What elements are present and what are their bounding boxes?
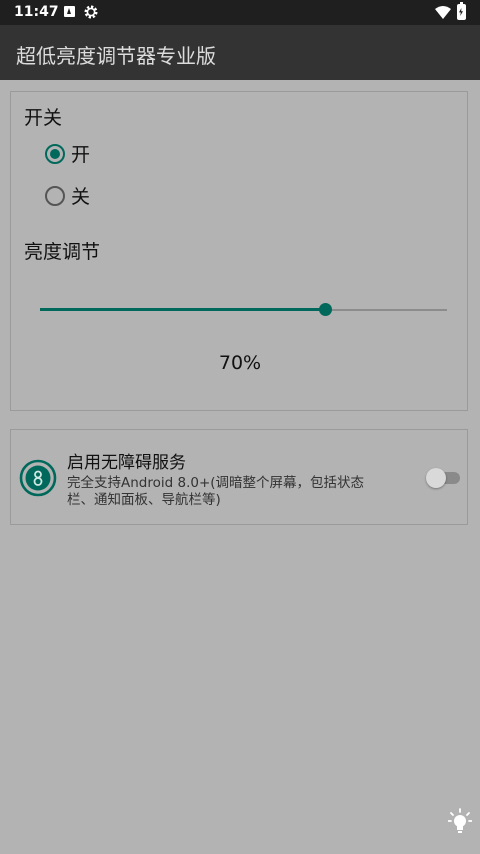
slider-fill: [40, 308, 325, 311]
radio-off[interactable]: 关: [45, 181, 245, 211]
toggle-thumb[interactable]: [426, 468, 446, 488]
status-bar: 11:47: [0, 0, 480, 25]
battery-charging-icon: [457, 2, 466, 20]
radio-off-indicator[interactable]: [45, 186, 65, 206]
brightness-card: 开关 开 关 亮度调节 70%: [10, 91, 468, 411]
slider-thumb[interactable]: [318, 303, 332, 316]
power-section-title: 开关: [24, 107, 63, 129]
service-title: 启用无障碍服务: [67, 453, 186, 473]
brightness-slider[interactable]: [40, 298, 447, 322]
app-logo-icon: [19, 459, 57, 497]
radio-on[interactable]: 开: [45, 139, 245, 169]
accessibility-toggle[interactable]: [426, 466, 460, 490]
radio-on-indicator[interactable]: [45, 144, 65, 164]
brightness-percent: 70%: [218, 352, 262, 374]
radio-on-label: 开: [71, 144, 91, 166]
wifi-icon: [435, 6, 451, 19]
service-description: 完全支持Android 8.0+(调暗整个屏幕，包括状态栏、通知面板、导航栏等): [67, 475, 365, 508]
notification-a-icon: [64, 6, 75, 17]
accessibility-card[interactable]: 启用无障碍服务 完全支持Android 8.0+(调暗整个屏幕，包括状态栏、通知…: [10, 429, 468, 525]
status-time: 11:47: [14, 4, 59, 20]
app-title: 超低亮度调节器专业版: [16, 44, 216, 68]
gear-icon: [84, 5, 98, 19]
brightness-section-title: 亮度调节: [24, 241, 101, 263]
app-bar: 超低亮度调节器专业版: [0, 25, 480, 80]
bulb-icon[interactable]: [448, 808, 472, 834]
radio-off-label: 关: [71, 186, 91, 208]
